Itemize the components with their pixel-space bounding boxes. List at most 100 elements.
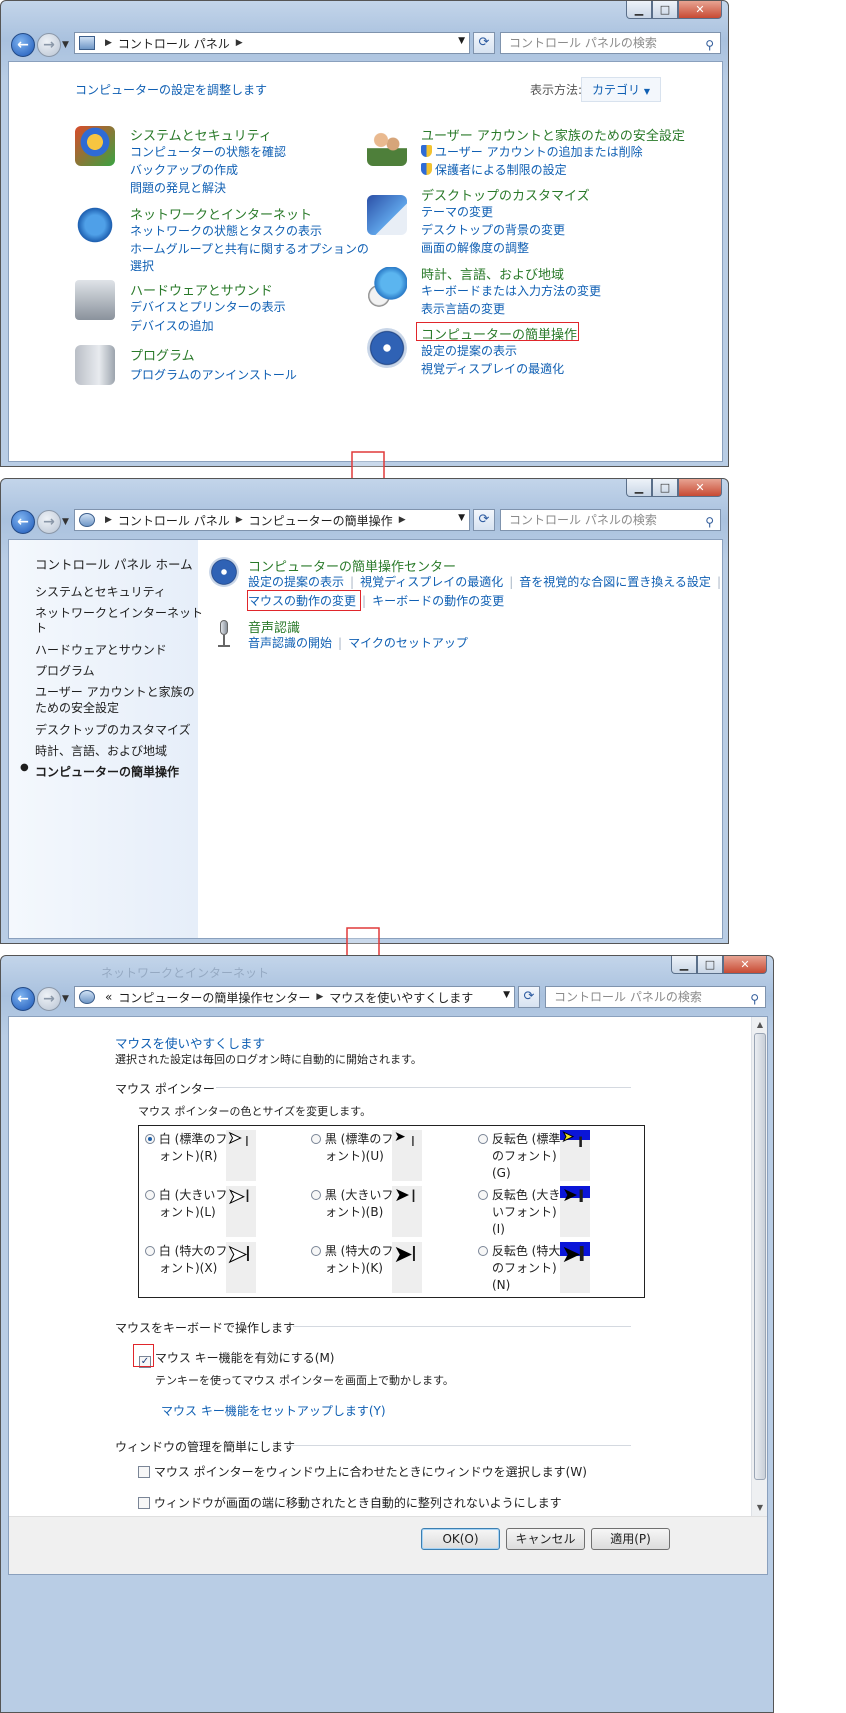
sidebar-item-network-cont[interactable]: ト xyxy=(35,619,47,636)
minimize-button[interactable]: ▁ xyxy=(671,956,697,974)
category-system-security[interactable]: システムとセキュリティ xyxy=(130,125,272,144)
radio-unselected[interactable] xyxy=(311,1190,321,1200)
link-uninstall-program[interactable]: プログラムのアンインストール xyxy=(130,366,297,383)
link-display-language[interactable]: 表示言語の変更 xyxy=(421,300,505,317)
link-visual-sound-alternatives[interactable]: 音を視覚的な合図に置き換える設定 xyxy=(519,575,711,589)
pointer-option-black-xlarge[interactable]: 黒 (特大のフ ォント)(K) xyxy=(311,1243,393,1277)
sidebar-item-system-security[interactable]: システムとセキュリティ xyxy=(35,583,166,600)
close-button[interactable]: ✕ xyxy=(723,956,767,974)
link-troubleshoot[interactable]: 問題の発見と解決 xyxy=(130,179,226,196)
radio-unselected[interactable] xyxy=(311,1134,321,1144)
recent-pages-icon[interactable]: ▼ xyxy=(62,40,69,50)
pointer-option-inverted-large[interactable]: 反転色 (大き いフォント) (I) xyxy=(478,1187,560,1238)
search-icon[interactable]: ⚲ xyxy=(705,512,714,530)
sidebar-item-hardware[interactable]: ハードウェアとサウンド xyxy=(35,641,167,658)
back-button[interactable]: ← xyxy=(11,510,35,534)
address-bar[interactable]: ▶ コントロール パネル ▶ ▼ xyxy=(74,32,470,54)
address-bar[interactable]: ▶ コントロール パネル ▶ コンピューターの簡単操作 ▶ ▼ xyxy=(74,509,470,531)
link-devices-printers[interactable]: デバイスとプリンターの表示 xyxy=(130,298,286,315)
link-optimize-visual[interactable]: 視覚ディスプレイの最適化 xyxy=(360,575,503,589)
sidebar-item-programs[interactable]: プログラム xyxy=(35,662,95,679)
recent-pages-icon[interactable]: ▼ xyxy=(62,517,69,527)
link-suggested-settings[interactable]: 設定の提案の表示 xyxy=(248,575,344,589)
link-homegroup-sharing-cont[interactable]: 選択 xyxy=(130,257,154,274)
sidebar-item-user-accounts-cont[interactable]: ための安全設定 xyxy=(35,699,119,716)
view-by-dropdown[interactable]: カテゴリ ▼ xyxy=(581,77,661,102)
refresh-button[interactable]: ⟳ xyxy=(473,509,495,531)
radio-unselected[interactable] xyxy=(311,1246,321,1256)
address-dropdown-icon[interactable]: ▼ xyxy=(458,513,465,523)
link-optimize-visual[interactable]: 視覚ディスプレイの最適化 xyxy=(421,360,564,377)
scroll-down-icon[interactable]: ▼ xyxy=(752,1500,767,1516)
scroll-thumb[interactable] xyxy=(754,1033,766,1480)
back-button[interactable]: ← xyxy=(11,987,35,1011)
radio-unselected[interactable] xyxy=(145,1246,155,1256)
pointer-option-black-large[interactable]: 黒 (大きいフ ォント)(B) xyxy=(311,1187,393,1221)
back-button[interactable]: ← xyxy=(11,33,35,57)
apply-button[interactable]: 適用(P) xyxy=(591,1528,670,1550)
breadcrumb-mouse-settings[interactable]: マウスを使いやすくします xyxy=(329,989,473,1006)
breadcrumb-separator-icon[interactable]: ▶ xyxy=(236,515,243,525)
link-add-device[interactable]: デバイスの追加 xyxy=(130,317,214,334)
link-keyboard-input[interactable]: キーボードまたは入力方法の変更 xyxy=(421,282,601,299)
sidebar-item-desktop[interactable]: デスクトップのカスタマイズ xyxy=(35,721,191,738)
radio-selected[interactable] xyxy=(145,1134,155,1144)
radio-unselected[interactable] xyxy=(478,1134,488,1144)
hover-activate-row[interactable]: マウス ポインターをウィンドウ上に合わせたときにウィンドウを選択します(W) xyxy=(138,1463,587,1480)
title-bar[interactable]: ネットワークとインターネット ▁ □ ✕ xyxy=(1,956,773,984)
link-setup-microphone[interactable]: マイクのセットアップ xyxy=(348,636,468,650)
prevent-arrange-checkbox[interactable] xyxy=(138,1497,150,1509)
link-suggested-settings[interactable]: 設定の提案の表示 xyxy=(421,342,517,359)
mousekeys-setup-link[interactable]: マウス キー機能をセットアップします(Y) xyxy=(161,1402,386,1419)
prevent-arrange-row[interactable]: ウィンドウが画面の端に移動されたとき自動的に整列されないようにします xyxy=(138,1494,562,1511)
category-desktop-customize[interactable]: デスクトップのカスタマイズ xyxy=(421,185,590,204)
pointer-option-inverted-normal[interactable]: 反転色 (標準 のフォント) (G) xyxy=(478,1131,560,1182)
sidebar-item-clock[interactable]: 時計、言語、および地域 xyxy=(35,742,167,759)
link-adjust-resolution[interactable]: 画面の解像度の調整 xyxy=(421,239,529,256)
breadcrumb-ease-of-access[interactable]: コンピューターの簡単操作 xyxy=(249,512,393,529)
close-button[interactable]: ✕ xyxy=(678,1,722,19)
breadcrumb-ease-center[interactable]: コンピューターの簡単操作センター xyxy=(118,989,310,1006)
breadcrumb-control-panel[interactable]: コントロール パネル xyxy=(118,35,230,52)
radio-unselected[interactable] xyxy=(145,1190,155,1200)
breadcrumb-separator-icon[interactable]: ▶ xyxy=(399,515,406,525)
title-bar[interactable]: ▁ □ ✕ xyxy=(1,479,728,507)
sidebar-item-user-accounts[interactable]: ユーザー アカウントと家族の xyxy=(35,683,195,700)
address-dropdown-icon[interactable]: ▼ xyxy=(458,36,465,46)
ok-button[interactable]: OK(O) xyxy=(421,1528,500,1550)
hover-activate-checkbox[interactable] xyxy=(138,1466,150,1478)
search-icon[interactable]: ⚲ xyxy=(705,35,714,53)
category-clock-language-region[interactable]: 時計、言語、および地域 xyxy=(421,264,564,283)
radio-unselected[interactable] xyxy=(478,1190,488,1200)
address-bar[interactable]: « コンピューターの簡単操作センター ▶ マウスを使いやすくします ▼ xyxy=(74,986,515,1008)
breadcrumb-overflow[interactable]: « xyxy=(105,990,112,1004)
sidebar-item-network[interactable]: ネットワークとインターネット xyxy=(35,604,203,621)
mousekeys-checkbox-row[interactable]: ✓ マウス キー機能を有効にする(M) xyxy=(139,1349,334,1368)
link-homegroup-sharing[interactable]: ホームグループと共有に関するオプションの xyxy=(130,240,369,257)
radio-unselected[interactable] xyxy=(478,1246,488,1256)
link-network-status[interactable]: ネットワークの状態とタスクの表示 xyxy=(130,222,322,239)
breadcrumb-separator-icon[interactable]: ▶ xyxy=(105,515,112,525)
address-dropdown-icon[interactable]: ▼ xyxy=(503,990,510,1000)
pointer-option-black-normal[interactable]: 黒 (標準のフ ォント)(U) xyxy=(311,1131,393,1165)
search-input[interactable]: コントロール パネルの検索 ⚲ xyxy=(500,32,721,54)
refresh-button[interactable]: ⟳ xyxy=(518,986,540,1008)
breadcrumb-separator-icon[interactable]: ▶ xyxy=(316,992,323,1002)
title-bar[interactable]: ▁ □ ✕ xyxy=(1,1,728,29)
forward-button[interactable]: → xyxy=(37,987,61,1011)
scroll-up-icon[interactable]: ▲ xyxy=(752,1017,767,1033)
pointer-option-white-large[interactable]: 白 (大きいフ ォント)(L) xyxy=(145,1187,227,1221)
pointer-option-white-xlarge[interactable]: 白 (特大のフ ォント)(X) xyxy=(145,1243,227,1277)
breadcrumb-separator-icon[interactable]: ▶ xyxy=(105,38,112,48)
breadcrumb-separator-icon[interactable]: ▶ xyxy=(236,38,243,48)
link-check-status[interactable]: コンピューターの状態を確認 xyxy=(130,143,286,160)
link-add-remove-accounts[interactable]: ユーザー アカウントの追加または削除 xyxy=(421,143,643,160)
minimize-button[interactable]: ▁ xyxy=(626,1,652,19)
link-parental-controls[interactable]: 保護者による制限の設定 xyxy=(421,161,567,178)
link-change-background[interactable]: デスクトップの背景の変更 xyxy=(421,221,565,238)
recent-pages-icon[interactable]: ▼ xyxy=(62,994,69,1004)
pointer-option-inverted-xlarge[interactable]: 反転色 (特大 のフォント) (N) xyxy=(478,1243,560,1294)
category-programs[interactable]: プログラム xyxy=(130,345,195,364)
refresh-button[interactable]: ⟳ xyxy=(473,32,495,54)
maximize-button[interactable]: □ xyxy=(652,1,678,19)
